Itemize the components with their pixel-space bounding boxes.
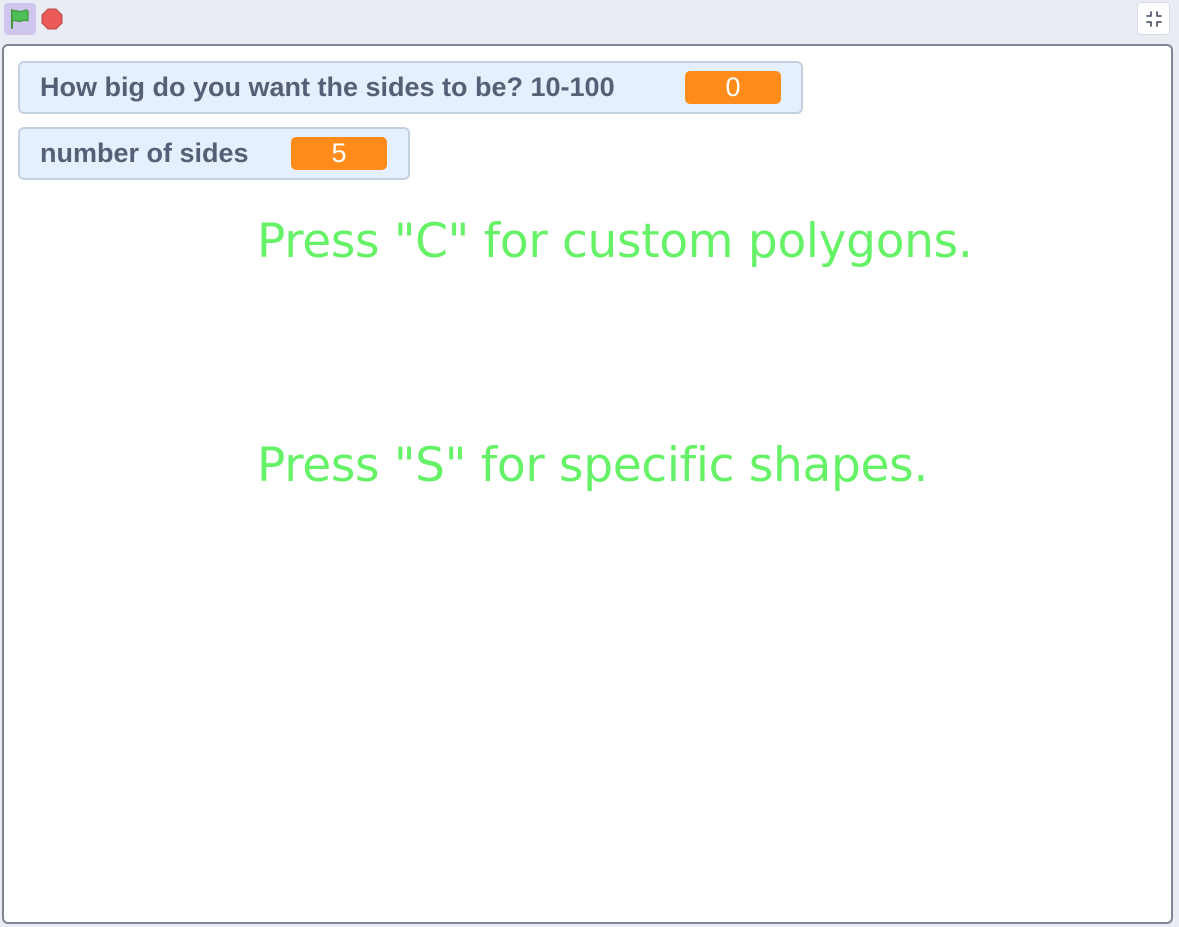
- custom-polygons-instruction[interactable]: Press "C" for custom polygons.: [257, 214, 973, 269]
- stop-button[interactable]: [40, 7, 64, 31]
- stop-icon: [41, 8, 63, 30]
- green-flag-icon: [11, 9, 29, 29]
- stage-header: [0, 0, 1179, 41]
- stage-canvas[interactable]: How big do you want the sides to be? 10-…: [2, 44, 1173, 924]
- monitor-value: 5: [291, 137, 387, 170]
- variable-monitor-side-size[interactable]: How big do you want the sides to be? 10-…: [18, 61, 803, 114]
- monitor-label: How big do you want the sides to be? 10-…: [40, 72, 615, 102]
- unfullscreen-icon: [1145, 10, 1162, 27]
- monitor-label: number of sides: [40, 138, 249, 168]
- variable-monitor-number-of-sides[interactable]: number of sides 5: [18, 127, 410, 180]
- monitor-value: 0: [685, 71, 781, 104]
- specific-shapes-instruction[interactable]: Press "S" for specific shapes.: [257, 438, 928, 493]
- green-flag-button[interactable]: [4, 3, 36, 35]
- exit-fullscreen-button[interactable]: [1137, 2, 1170, 35]
